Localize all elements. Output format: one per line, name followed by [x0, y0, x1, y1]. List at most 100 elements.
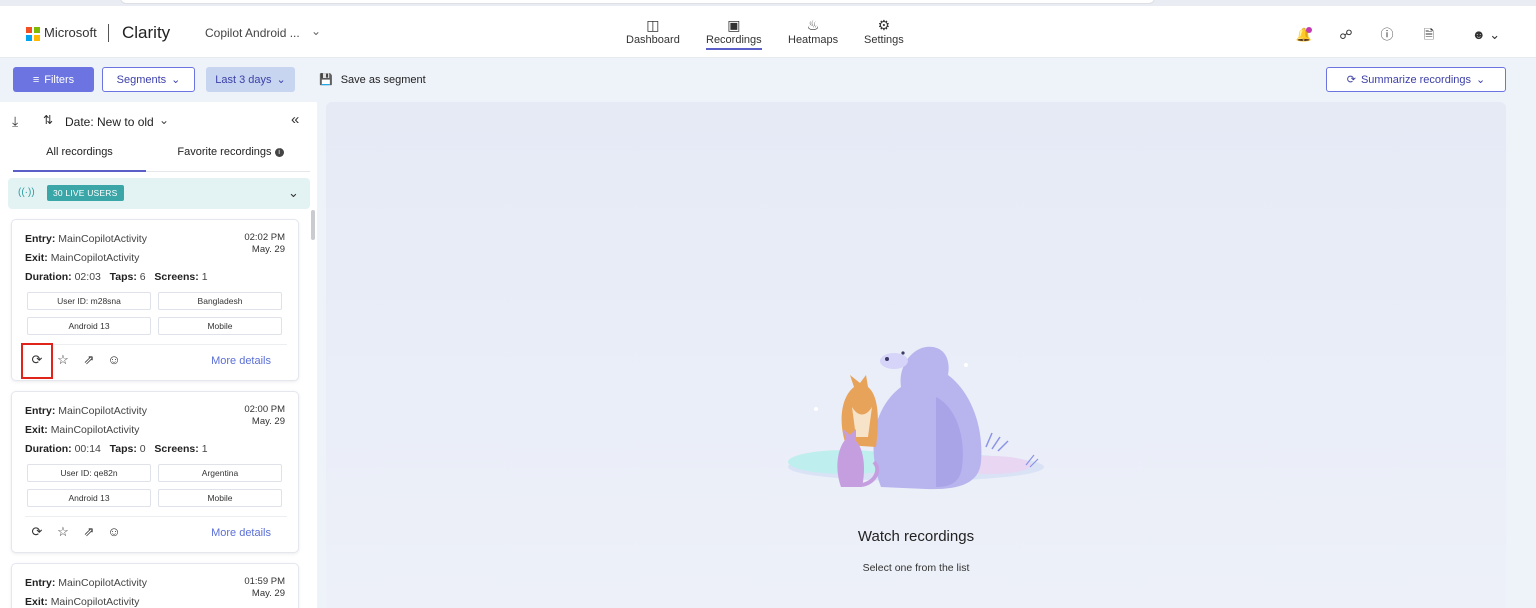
country-chip: Argentina — [158, 464, 282, 482]
entry-line: Entry: MainCopilotActivity — [25, 405, 147, 417]
duration-key: Duration: — [25, 271, 72, 283]
card-divider — [25, 516, 287, 517]
taps-key: Taps: — [109, 271, 137, 283]
nav-settings[interactable]: ⚙ Settings — [864, 16, 904, 46]
nav-recordings[interactable]: ▣ Recordings — [706, 16, 762, 50]
nav-recordings-label: Recordings — [706, 34, 762, 50]
project-selector[interactable]: Copilot Android ... — [205, 26, 300, 40]
tab-favorite-recordings-label: Favorite recordings — [177, 146, 272, 158]
nav-heatmaps-label: Heatmaps — [788, 34, 839, 46]
chevron-down-icon: ⌄ — [276, 74, 286, 86]
sort-selector[interactable]: Date: New to old — [65, 115, 154, 129]
exit-key: Exit: — [25, 424, 48, 436]
help-icon[interactable]: ⓘ — [1378, 26, 1396, 44]
summarize-recording-icon[interactable]: ⟳ — [28, 523, 46, 541]
exit-value: MainCopilotActivity — [50, 596, 140, 608]
address-bar-edge — [120, 0, 1155, 4]
date-range-button[interactable]: Last 3 days ⌄ — [206, 67, 295, 92]
summarize-label: Summarize recordings — [1360, 73, 1472, 86]
entry-value: MainCopilotActivity — [58, 233, 147, 245]
chevron-down-icon[interactable]: ⌄ — [311, 24, 321, 38]
exit-value: MainCopilotActivity — [50, 424, 140, 436]
share-icon[interactable]: ⇗ — [80, 523, 98, 541]
card-divider — [25, 344, 287, 345]
nav-settings-label: Settings — [864, 34, 904, 46]
chevron-down-icon[interactable]: ⌄ — [159, 113, 169, 127]
recording-timestamp: 02:00 PM May. 29 — [244, 404, 285, 428]
save-icon: 💾 — [319, 74, 333, 86]
sidebar-scrollbar[interactable] — [311, 210, 315, 240]
nav-heatmaps[interactable]: ♨ Heatmaps — [788, 16, 838, 46]
copilot-summary-icon: ⟳ — [1346, 74, 1356, 86]
microsoft-logo-icon — [26, 27, 40, 41]
save-segment-label: Save as segment — [340, 73, 426, 86]
entry-line: Entry: MainCopilotActivity — [25, 233, 147, 245]
filters-button[interactable]: ≡ Filters — [13, 67, 94, 92]
brand-separator — [108, 24, 109, 42]
filter-icon: ≡ — [32, 73, 40, 86]
top-header: Microsoft Clarity Copilot Android ... ⌄ … — [0, 6, 1536, 58]
star-icon[interactable]: ☆ — [54, 523, 72, 541]
exit-line: Exit: MainCopilotActivity — [25, 252, 139, 264]
document-icon[interactable]: 🗎 — [1420, 26, 1438, 44]
tab-all-recordings-label: All recordings — [46, 146, 113, 158]
os-chip: Android 13 — [27, 489, 151, 507]
recording-time: 01:59 PM — [244, 576, 285, 587]
date-range-label: Last 3 days — [215, 73, 272, 86]
recording-time: 02:02 PM — [244, 232, 285, 243]
segments-button[interactable]: Segments ⌄ — [102, 67, 195, 92]
account-icon[interactable]: ☻ ⌄ — [1468, 26, 1504, 44]
video-icon: ▣ — [727, 17, 741, 33]
tab-favorite-recordings[interactable]: Favorite recordings i — [173, 146, 288, 172]
summarize-recordings-button[interactable]: ⟳ Summarize recordings ⌄ — [1326, 67, 1506, 92]
download-icon[interactable]: ⤓ — [12, 113, 18, 130]
exit-key: Exit: — [25, 252, 48, 264]
screens-value: 1 — [201, 271, 208, 283]
share-icon[interactable]: ☍ — [1337, 26, 1355, 44]
entry-line: Entry: MainCopilotActivity — [25, 577, 147, 589]
product-name[interactable]: Clarity — [122, 23, 170, 43]
recording-timestamp: 02:02 PM May. 29 — [244, 232, 285, 256]
user-icon[interactable]: ☺ — [105, 523, 123, 541]
info-icon: i — [274, 148, 284, 157]
more-details-link[interactable]: More details — [211, 355, 271, 367]
user-icon[interactable]: ☺ — [105, 351, 123, 369]
collapse-panel-icon[interactable]: « — [291, 111, 299, 128]
nav-dashboard-label: Dashboard — [626, 34, 680, 46]
taps-key: Taps: — [109, 443, 137, 455]
sort-icon: ⇅ — [43, 113, 54, 127]
nav-dashboard[interactable]: ◫ Dashboard — [626, 16, 680, 46]
screens-key: Screens: — [154, 271, 199, 283]
live-users-bar[interactable]: ((·)) 30 LIVE USERS ⌄ — [8, 178, 310, 209]
star-icon[interactable]: ☆ — [54, 351, 72, 369]
empty-state-subtitle: Select one from the list — [862, 562, 970, 574]
share-icon[interactable]: ⇗ — [80, 351, 98, 369]
more-details-link[interactable]: More details — [211, 527, 271, 539]
exit-line: Exit: MainCopilotActivity — [25, 424, 139, 436]
recording-card[interactable]: Entry: MainCopilotActivity Exit: MainCop… — [11, 563, 299, 608]
os-chip: Android 13 — [27, 317, 151, 335]
recording-card[interactable]: Entry: MainCopilotActivity Exit: MainCop… — [11, 391, 299, 553]
flame-icon: ♨ — [806, 17, 820, 33]
entry-value: MainCopilotActivity — [58, 405, 147, 417]
notifications-icon[interactable]: 🔔 — [1295, 26, 1313, 44]
stats-line: Duration: 00:14 Taps: 0 Screens: 1 — [25, 443, 208, 455]
recording-date: May. 29 — [251, 416, 285, 427]
recording-card[interactable]: Entry: MainCopilotActivity Exit: MainCop… — [11, 219, 299, 381]
chevron-down-icon: ⌄ — [171, 74, 181, 86]
recording-timestamp: 01:59 PM May. 29 — [244, 576, 285, 600]
stats-line: Duration: 02:03 Taps: 6 Screens: 1 — [25, 271, 208, 283]
recordings-tabs: All recordings Favorite recordings i — [13, 142, 310, 172]
entry-value: MainCopilotActivity — [58, 577, 147, 589]
recording-time: 02:00 PM — [244, 404, 285, 415]
filters-label: Filters — [44, 73, 75, 86]
screens-key: Screens: — [154, 443, 199, 455]
chevron-down-icon[interactable]: ⌄ — [288, 185, 299, 201]
entry-key: Entry: — [25, 405, 56, 417]
brand-name: Microsoft — [44, 25, 97, 40]
tab-all-recordings[interactable]: All recordings — [13, 146, 146, 172]
country-chip: Bangladesh — [158, 292, 282, 310]
save-segment-button[interactable]: 💾 Save as segment — [319, 73, 426, 87]
live-users-badge: 30 LIVE USERS — [47, 185, 124, 201]
recordings-sidebar: ⤓ ⇅ Date: New to old ⌄ « All recordings … — [0, 102, 317, 608]
